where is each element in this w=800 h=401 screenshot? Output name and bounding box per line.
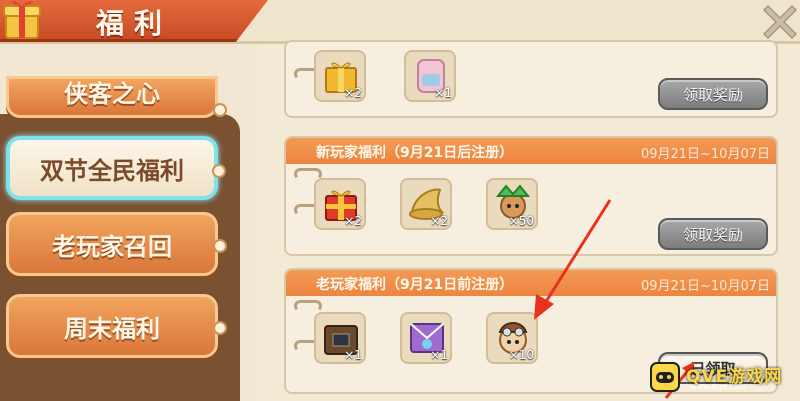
- page-title: 福利: [96, 7, 173, 40]
- claim-reward-button[interactable]: 领取奖励: [658, 218, 768, 250]
- tab-old-player-recall[interactable]: 老玩家召回: [6, 212, 227, 276]
- card-title: 老玩家福利（9月21日前注册）: [316, 277, 514, 293]
- item-quantity: ×1: [434, 86, 452, 100]
- reward-item[interactable]: ×2: [400, 178, 452, 230]
- binder-ring-icon: [294, 300, 322, 312]
- reward-item[interactable]: ×2: [314, 50, 366, 102]
- tab-double-festival-welfare[interactable]: 双节全民福利: [6, 136, 226, 200]
- tab-knob: [212, 164, 226, 178]
- card-date-range: 09月21日~10月07日: [640, 147, 770, 162]
- watermark-logo: QVE游戏网 www.qqe.com: [646, 356, 798, 398]
- gamepad-icon: [650, 362, 680, 392]
- button-label: 领取奖励: [682, 225, 743, 244]
- reward-card: ×2 ×1 领取奖励: [284, 40, 778, 118]
- gift-box-icon: [3, 1, 41, 39]
- tab-label: 老玩家召回: [52, 232, 172, 261]
- reward-item[interactable]: ×1: [404, 50, 456, 102]
- tab-xiake-heart[interactable]: 侠客之心: [6, 76, 227, 118]
- category-sidebar: 侠客之心 双节全民福利 老玩家召回 周末福利: [0, 44, 258, 401]
- reward-item[interactable]: ×1: [400, 312, 452, 364]
- tab-label: 侠客之心: [64, 80, 160, 108]
- item-quantity: ×2: [344, 214, 362, 228]
- item-quantity: ×1: [430, 348, 448, 362]
- game-window: 福利 侠客之心 双节全民福利 老玩家召回 周末福利 ×2 ×1 领取奖励 新玩家…: [0, 0, 800, 401]
- close-x-icon[interactable]: [760, 0, 800, 40]
- item-quantity: ×2: [430, 214, 448, 228]
- item-quantity: ×10: [508, 348, 534, 362]
- card-date-range: 09月21日~10月07日: [640, 279, 770, 294]
- button-label: 领取奖励: [682, 85, 743, 104]
- tab-knob: [213, 239, 227, 253]
- tab-weekend-welfare[interactable]: 周末福利: [6, 294, 227, 358]
- item-quantity: ×2: [344, 86, 362, 100]
- card-header: 新玩家福利（9月21日后注册） 09月21日~10月07日: [286, 138, 776, 164]
- tab-label: 双节全民福利: [40, 156, 184, 185]
- claim-reward-button[interactable]: 领取奖励: [658, 78, 768, 110]
- reward-item[interactable]: ×1: [314, 312, 366, 364]
- tab-label: 周末福利: [64, 314, 160, 343]
- watermark-subtext: www.qqe.com: [690, 382, 747, 391]
- tab-knob: [213, 321, 227, 335]
- item-quantity: ×1: [344, 348, 362, 362]
- tab-knob: [213, 103, 227, 117]
- reward-item[interactable]: ×2: [314, 178, 366, 230]
- annotation-arrow-icon: [534, 199, 612, 320]
- card-title: 新玩家福利（9月21日后注册）: [316, 145, 514, 161]
